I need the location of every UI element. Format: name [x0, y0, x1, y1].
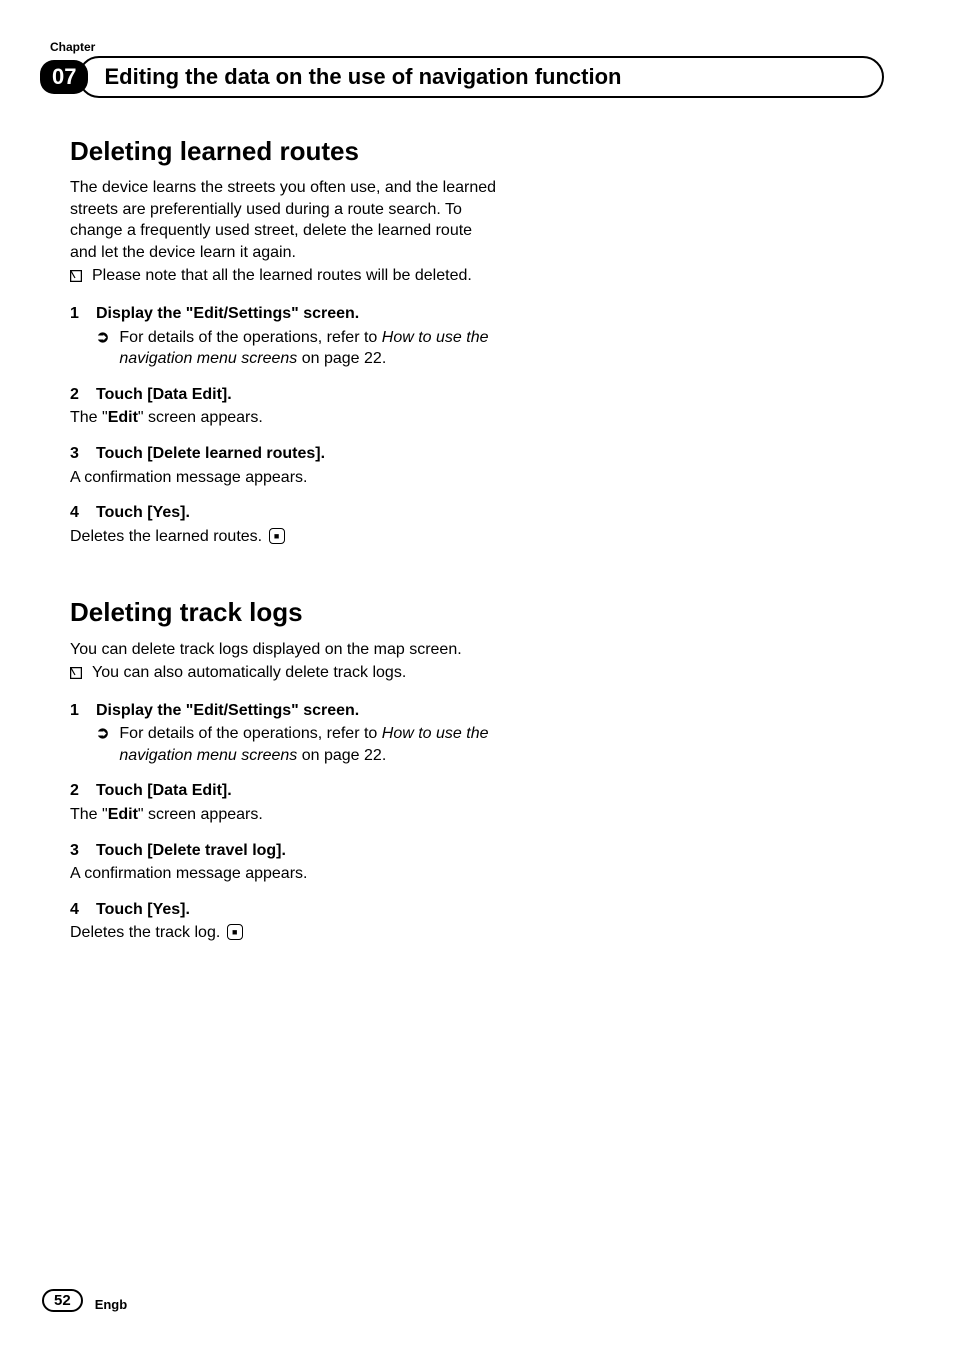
section1-note-text: Please note that all the learned routes … — [92, 265, 500, 287]
step-title: Touch [Delete travel log]. — [96, 842, 286, 859]
step-title: Touch [Delete learned routes]. — [96, 445, 325, 462]
page: Chapter 07 Editing the data on the use o… — [0, 0, 954, 1352]
end-section-icon: ■ — [269, 528, 285, 544]
reference-icon: ➲ — [96, 723, 109, 745]
step-title: Touch [Yes]. — [96, 504, 190, 521]
section2-step4: 4Touch [Yes]. Deletes the track log. ■ — [70, 899, 500, 944]
section1-step3: 3Touch [Delete learned routes]. A confir… — [70, 443, 500, 488]
step-body-text: Deletes the learned routes. — [70, 528, 262, 545]
section1-note: Please note that all the learned routes … — [70, 265, 500, 289]
step-number: 2 — [70, 780, 96, 802]
section1-step4-body: Deletes the learned routes. ■ — [70, 526, 500, 548]
chapter-title: Editing the data on the use of navigatio… — [104, 64, 621, 89]
header-title-wrap: Editing the data on the use of navigatio… — [78, 56, 884, 98]
section2-note: You can also automatically delete track … — [70, 662, 500, 686]
section1-step1: 1Display the "Edit/Settings" screen. ➲ F… — [70, 303, 500, 370]
step-number: 3 — [70, 443, 96, 465]
section1-step2-body: The "Edit" screen appears. — [70, 407, 500, 429]
section2-intro: You can delete track logs displayed on t… — [70, 639, 500, 661]
step-number: 4 — [70, 899, 96, 921]
section2-step1-ref: ➲ For details of the operations, refer t… — [96, 723, 500, 766]
page-number: 52 — [42, 1289, 83, 1312]
step-number: 4 — [70, 502, 96, 524]
section2-step3-body: A confirmation message appears. — [70, 863, 500, 885]
step-body-bold: Edit — [108, 409, 138, 426]
ref-lead: For details of the operations, refer to — [119, 329, 381, 346]
step-number: 2 — [70, 384, 96, 406]
note-icon — [70, 267, 82, 289]
footer: 52 Engb — [42, 1289, 127, 1312]
step-number: 1 — [70, 700, 96, 722]
step-title: Touch [Data Edit]. — [96, 386, 232, 403]
section-title-learned-routes: Deleting learned routes — [70, 134, 500, 169]
step-number: 1 — [70, 303, 96, 325]
section2-step2-body: The "Edit" screen appears. — [70, 804, 500, 826]
step-body-text: Deletes the track log. — [70, 924, 220, 941]
step-title: Touch [Yes]. — [96, 901, 190, 918]
step-body-pre: The " — [70, 806, 108, 823]
step-body-pre: The " — [70, 409, 108, 426]
step-body-post: " screen appears. — [138, 806, 263, 823]
chapter-label: Chapter — [50, 40, 884, 54]
section1-step3-body: A confirmation message appears. — [70, 467, 500, 489]
reference-icon: ➲ — [96, 327, 109, 349]
section2-step3: 3Touch [Delete travel log]. A confirmati… — [70, 840, 500, 885]
section-title-track-logs: Deleting track logs — [70, 595, 500, 630]
step-title: Display the "Edit/Settings" screen. — [96, 702, 359, 719]
section1-step1-ref: ➲ For details of the operations, refer t… — [96, 327, 500, 370]
step-body-bold: Edit — [108, 806, 138, 823]
content-column: Deleting learned routes The device learn… — [70, 134, 500, 944]
section2-step1: 1Display the "Edit/Settings" screen. ➲ F… — [70, 700, 500, 767]
chapter-number-badge: 07 — [40, 60, 88, 94]
ref-lead: For details of the operations, refer to — [119, 725, 381, 742]
header-bar: 07 Editing the data on the use of naviga… — [40, 56, 884, 98]
step-body-post: " screen appears. — [138, 409, 263, 426]
section2-note-text: You can also automatically delete track … — [92, 662, 500, 684]
end-section-icon: ■ — [227, 924, 243, 940]
section1-step2: 2Touch [Data Edit]. The "Edit" screen ap… — [70, 384, 500, 429]
step-number: 3 — [70, 840, 96, 862]
section1-intro: The device learns the streets you often … — [70, 177, 500, 263]
section2-step2: 2Touch [Data Edit]. The "Edit" screen ap… — [70, 780, 500, 825]
section2-step4-body: Deletes the track log. ■ — [70, 922, 500, 944]
section1-step4: 4Touch [Yes]. Deletes the learned routes… — [70, 502, 500, 547]
step-title: Touch [Data Edit]. — [96, 782, 232, 799]
lang-code: Engb — [95, 1297, 128, 1312]
ref-tail: on page 22. — [297, 747, 386, 764]
note-icon — [70, 664, 82, 686]
step-title: Display the "Edit/Settings" screen. — [96, 305, 359, 322]
ref-tail: on page 22. — [297, 350, 386, 367]
